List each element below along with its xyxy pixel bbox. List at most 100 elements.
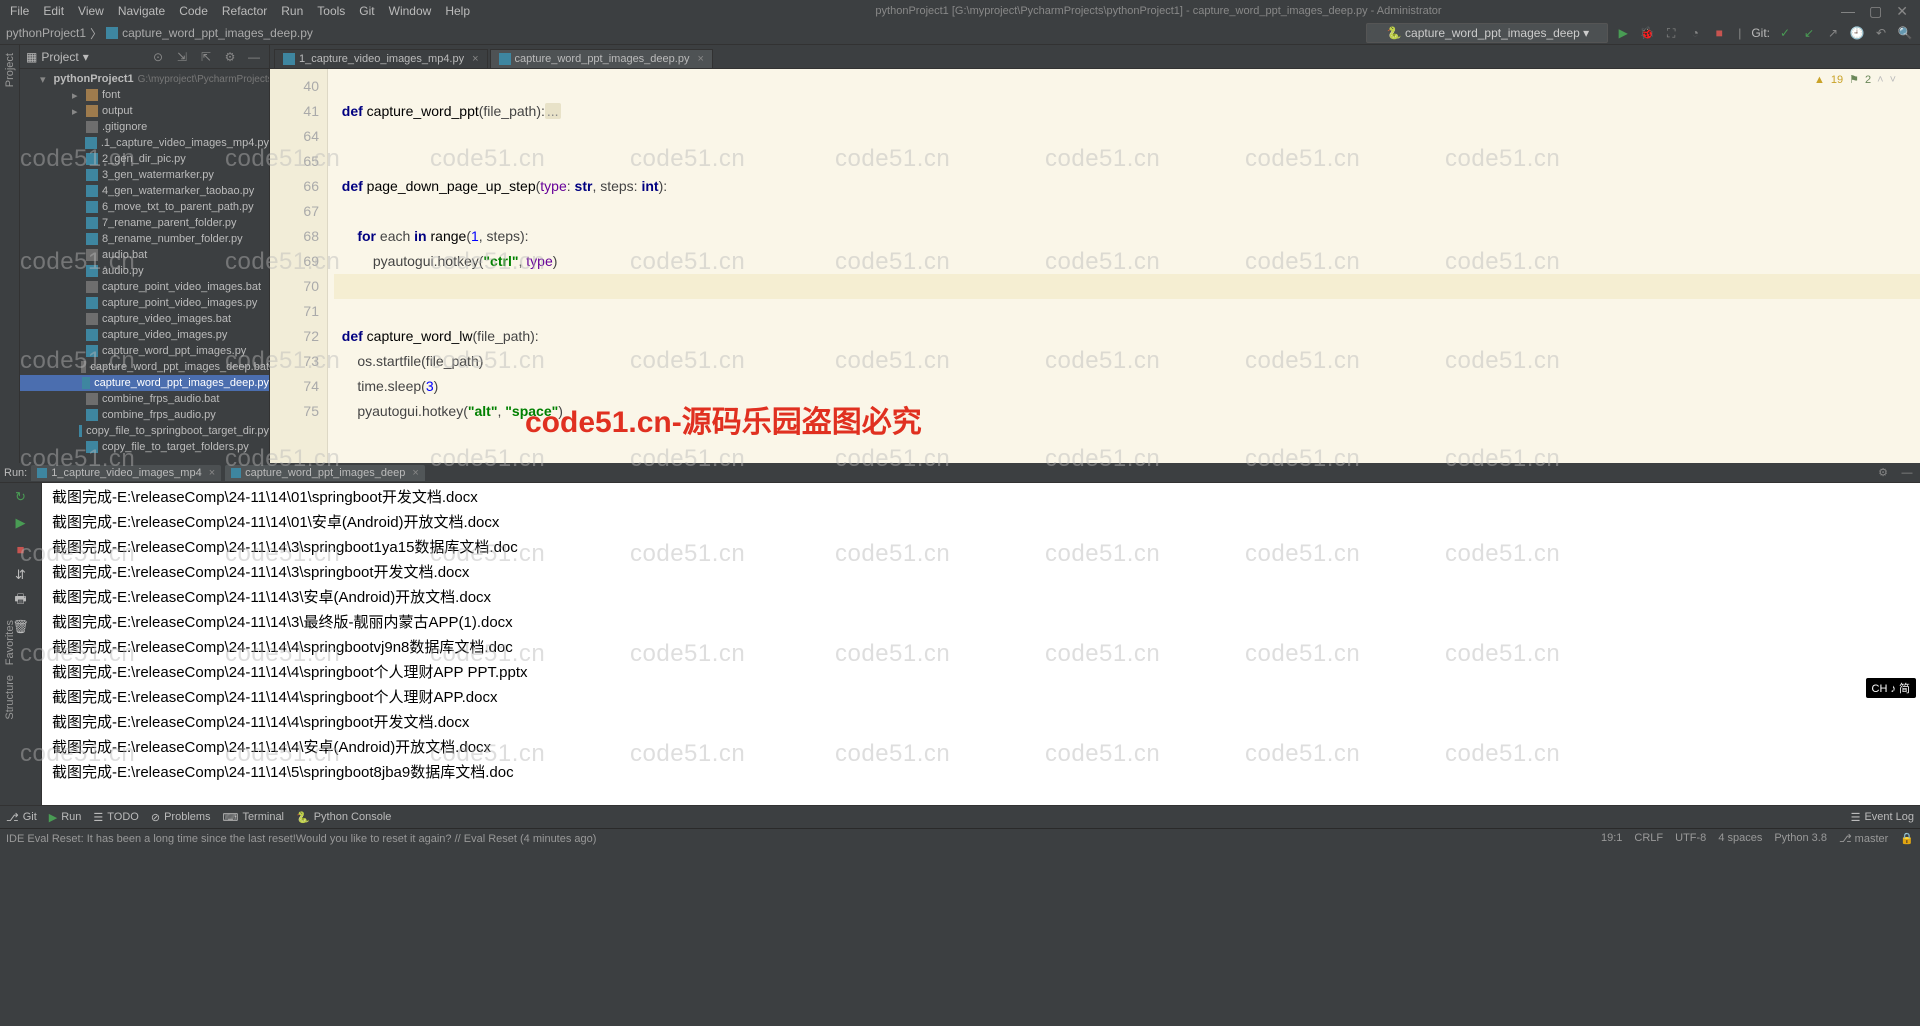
close-icon[interactable]: ×: [412, 467, 418, 479]
tool-structure-tab[interactable]: Structure: [4, 675, 16, 720]
tool-favorites-tab[interactable]: Favorites: [4, 620, 16, 665]
tree-item[interactable]: capture_video_images.bat: [20, 311, 269, 327]
breadcrumb-project[interactable]: pythonProject1: [6, 26, 86, 40]
run-tab[interactable]: 1_capture_video_images_mp4 ×: [31, 465, 221, 481]
cursor-position[interactable]: 19:1: [1601, 832, 1622, 845]
tree-item[interactable]: 7_rename_parent_folder.py: [20, 215, 269, 231]
tree-item[interactable]: copy_file_to_target_folders.py: [20, 439, 269, 455]
hide-icon[interactable]: —: [1898, 464, 1916, 482]
minimize-icon[interactable]: —: [1841, 3, 1855, 20]
vcs-commit-icon[interactable]: ↙: [1800, 24, 1818, 42]
code-area[interactable]: def capture_word_ppt(file_path):... def …: [328, 69, 1920, 463]
tree-item[interactable]: ▸font: [20, 87, 269, 103]
tree-item[interactable]: .1_capture_video_images_mp4.py: [20, 135, 269, 151]
indent[interactable]: 4 spaces: [1718, 832, 1762, 845]
vcs-history-icon[interactable]: 🕘: [1848, 24, 1866, 42]
menu-code[interactable]: Code: [173, 2, 214, 20]
vcs-push-icon[interactable]: ↗: [1824, 24, 1842, 42]
close-icon[interactable]: ×: [209, 467, 215, 479]
tree-item[interactable]: audio.bat: [20, 247, 269, 263]
stop-icon[interactable]: ■: [11, 539, 31, 559]
editor-tab[interactable]: 1_capture_video_images_mp4.py ×: [274, 49, 488, 68]
layout-icon[interactable]: ⇵: [11, 565, 31, 585]
menu-view[interactable]: View: [72, 2, 110, 20]
print-icon[interactable]: 🖶: [11, 591, 31, 611]
run-tab[interactable]: capture_word_ppt_images_deep ×: [225, 465, 425, 481]
vcs-update-icon[interactable]: ✓: [1776, 24, 1794, 42]
tool-git[interactable]: ⎇Git: [6, 811, 37, 824]
project-tree[interactable]: ▾ pythonProject1 G:\myproject\PycharmPro…: [20, 69, 269, 463]
tree-item[interactable]: 2_gen_dir_pic.py: [20, 151, 269, 167]
tool-todo[interactable]: ☰TODO: [93, 811, 138, 824]
run-config-select[interactable]: 🐍 capture_word_ppt_images_deep ▾: [1366, 23, 1608, 43]
tree-item[interactable]: audio.py: [20, 263, 269, 279]
console-output[interactable]: 截图完成-E:\releaseComp\24-11\14\01\springbo…: [42, 483, 1920, 805]
gear-icon[interactable]: ⚙: [221, 48, 239, 66]
coverage-icon[interactable]: ⛶: [1662, 24, 1680, 42]
tool-run[interactable]: ▶Run: [49, 811, 82, 824]
breadcrumb-file[interactable]: capture_word_ppt_images_deep.py: [122, 26, 313, 40]
menu-file[interactable]: File: [4, 2, 35, 20]
chevron-down-icon[interactable]: ▾: [40, 73, 46, 86]
menu-refactor[interactable]: Refactor: [216, 2, 273, 20]
editor-body[interactable]: 4041646566676869707172737475 def capture…: [270, 69, 1920, 463]
debug-icon[interactable]: 🐞: [1638, 24, 1656, 42]
run-icon[interactable]: ▶: [1614, 24, 1632, 42]
menu-edit[interactable]: Edit: [37, 2, 70, 20]
expand-all-icon[interactable]: ⇲: [173, 48, 191, 66]
tree-item[interactable]: 8_rename_number_folder.py: [20, 231, 269, 247]
tool-problems[interactable]: ⊘Problems: [151, 811, 211, 824]
tree-item[interactable]: capture_word_ppt_images.py: [20, 343, 269, 359]
chevron-down-icon[interactable]: ▾: [83, 50, 89, 64]
tree-item[interactable]: capture_word_ppt_images_deep.bat: [20, 359, 269, 375]
chevron-down-icon[interactable]: ˅: [1890, 74, 1896, 86]
tree-item[interactable]: 3_gen_watermarker.py: [20, 167, 269, 183]
tree-item[interactable]: .gitignore: [20, 119, 269, 135]
tree-item[interactable]: capture_point_video_images.bat: [20, 279, 269, 295]
menu-window[interactable]: Window: [383, 2, 438, 20]
chevron-right-icon[interactable]: ▸: [72, 105, 82, 118]
menu-help[interactable]: Help: [439, 2, 476, 20]
git-branch[interactable]: ⎇ master: [1839, 832, 1888, 845]
menu-git[interactable]: Git: [353, 2, 380, 20]
inspection-badges[interactable]: ▲19 ⚑2 ˄ ˅: [1814, 73, 1896, 86]
stop-icon[interactable]: ■: [1710, 24, 1728, 42]
chevron-up-icon[interactable]: ˄: [1877, 74, 1883, 86]
run-icon[interactable]: ▶: [11, 513, 31, 533]
encoding[interactable]: UTF-8: [1675, 832, 1706, 845]
menu-run[interactable]: Run: [275, 2, 309, 20]
collapse-all-icon[interactable]: ⇱: [197, 48, 215, 66]
hide-icon[interactable]: —: [245, 48, 263, 66]
rerun-icon[interactable]: ↻: [11, 487, 31, 507]
tree-root[interactable]: ▾ pythonProject1 G:\myproject\PycharmPro…: [20, 71, 269, 87]
menu-navigate[interactable]: Navigate: [112, 2, 171, 20]
gear-icon[interactable]: ⚙: [1874, 464, 1892, 482]
tree-item[interactable]: capture_point_video_images.py: [20, 295, 269, 311]
vcs-rollback-icon[interactable]: ↶: [1872, 24, 1890, 42]
chevron-right-icon[interactable]: ▸: [72, 89, 82, 102]
close-icon[interactable]: ✕: [1896, 3, 1908, 20]
search-icon[interactable]: 🔍: [1896, 24, 1914, 42]
menu-tools[interactable]: Tools: [311, 2, 351, 20]
tool-event-log[interactable]: ☰Event Log: [1851, 811, 1914, 824]
tree-item[interactable]: copy_file_to_springboot_target_dir.py: [20, 423, 269, 439]
tree-item[interactable]: capture_video_images.py: [20, 327, 269, 343]
tree-item[interactable]: capture_word_ppt_images_deep.py: [20, 375, 269, 391]
interpreter[interactable]: Python 3.8: [1774, 832, 1827, 845]
tree-item[interactable]: ▸output: [20, 103, 269, 119]
line-separator[interactable]: CRLF: [1634, 832, 1663, 845]
close-icon[interactable]: ×: [472, 53, 478, 65]
maximize-icon[interactable]: ▢: [1869, 3, 1882, 20]
editor-tab[interactable]: capture_word_ppt_images_deep.py ×: [490, 49, 713, 68]
select-opened-icon[interactable]: ⊙: [149, 48, 167, 66]
tree-item[interactable]: combine_frps_audio.py: [20, 407, 269, 423]
tool-terminal[interactable]: ⌨Terminal: [223, 811, 284, 824]
close-icon[interactable]: ×: [697, 53, 703, 65]
tool-python-console[interactable]: 🐍Python Console: [296, 811, 391, 824]
tree-item[interactable]: 6_move_txt_to_parent_path.py: [20, 199, 269, 215]
tree-item[interactable]: 4_gen_watermarker_taobao.py: [20, 183, 269, 199]
profile-icon[interactable]: ◔: [1686, 24, 1704, 42]
tool-project-tab[interactable]: Project: [4, 49, 16, 91]
tree-item[interactable]: combine_frps_audio.bat: [20, 391, 269, 407]
lock-icon[interactable]: 🔒: [1900, 832, 1914, 845]
